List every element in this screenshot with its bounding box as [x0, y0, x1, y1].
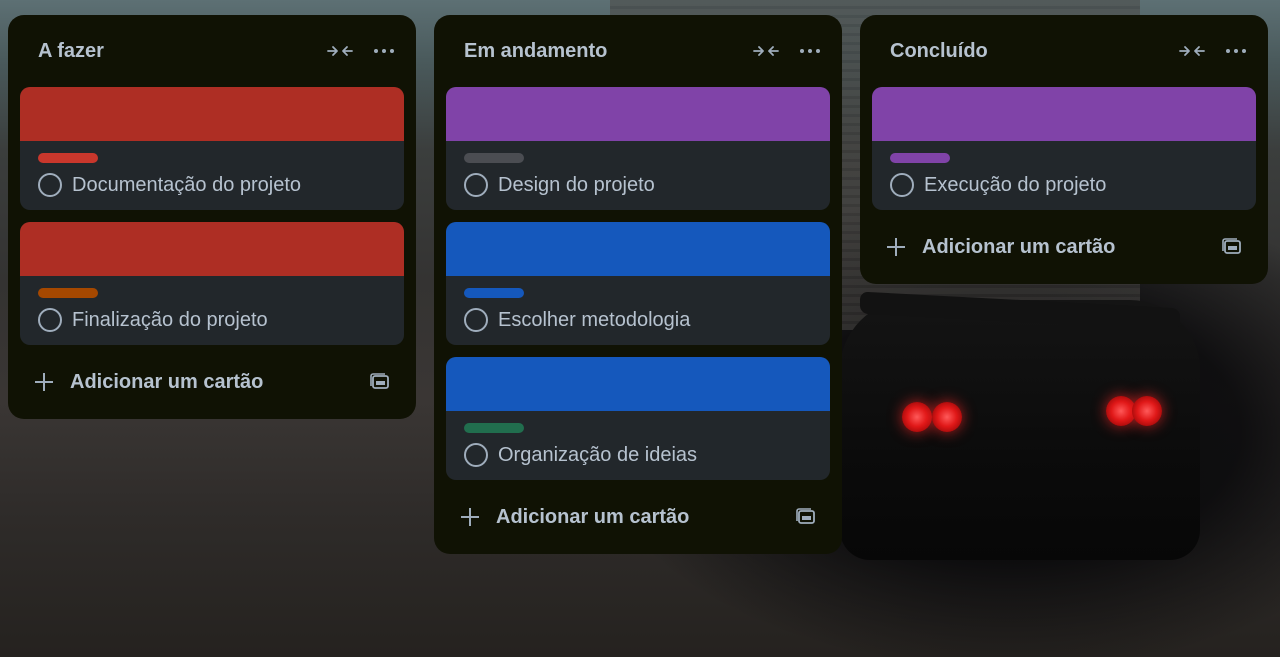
card-title: Documentação do projeto	[72, 173, 302, 196]
collapse-arrows-icon[interactable]	[750, 35, 782, 67]
kanban-board: A fazer Documentação do projeto Finaliza…	[0, 0, 1280, 657]
card[interactable]: Organização de ideias	[446, 357, 830, 480]
add-card-button[interactable]: Adicionar um cartão	[20, 357, 404, 407]
list-header: Concluído	[872, 15, 1256, 87]
list-title[interactable]: A fazer	[38, 40, 312, 63]
complete-checkbox[interactable]	[890, 173, 914, 197]
card-template-icon[interactable]	[790, 501, 822, 533]
complete-checkbox[interactable]	[38, 173, 62, 197]
card-cover	[20, 87, 404, 141]
list-header: Em andamento	[446, 15, 830, 87]
card-cover	[446, 87, 830, 141]
card-label[interactable]	[890, 153, 950, 163]
card-template-icon[interactable]	[364, 366, 396, 398]
plus-icon	[460, 507, 480, 527]
card[interactable]: Finalização do projeto	[20, 222, 404, 345]
card-label[interactable]	[464, 153, 524, 163]
complete-checkbox[interactable]	[464, 308, 488, 332]
collapse-arrows-icon[interactable]	[324, 35, 356, 67]
add-card-button[interactable]: Adicionar um cartão	[446, 492, 830, 542]
card-cover	[872, 87, 1256, 141]
add-card-label: Adicionar um cartão	[70, 370, 264, 393]
card-label[interactable]	[464, 423, 524, 433]
card-cover	[20, 222, 404, 276]
card-cover	[446, 357, 830, 411]
plus-icon	[886, 237, 906, 257]
complete-checkbox[interactable]	[464, 173, 488, 197]
card-cover	[446, 222, 830, 276]
card-title: Organização de ideias	[498, 443, 698, 466]
card[interactable]: Documentação do projeto	[20, 87, 404, 210]
card[interactable]: Design do projeto	[446, 87, 830, 210]
plus-icon	[34, 372, 54, 392]
add-card-label: Adicionar um cartão	[922, 235, 1116, 258]
list-column-concluido: Concluído Execução do projeto Adicionar …	[860, 15, 1268, 284]
list-title[interactable]: Concluído	[890, 40, 1164, 63]
list-header: A fazer	[20, 15, 404, 87]
card-label[interactable]	[38, 153, 98, 163]
more-horizontal-icon[interactable]	[368, 35, 400, 67]
list-title[interactable]: Em andamento	[464, 40, 738, 63]
more-horizontal-icon[interactable]	[1220, 35, 1252, 67]
more-horizontal-icon[interactable]	[794, 35, 826, 67]
add-card-button[interactable]: Adicionar um cartão	[872, 222, 1256, 272]
card[interactable]: Escolher metodologia	[446, 222, 830, 345]
add-card-label: Adicionar um cartão	[496, 505, 690, 528]
list-column-a-fazer: A fazer Documentação do projeto Finaliza…	[8, 15, 416, 419]
complete-checkbox[interactable]	[38, 308, 62, 332]
card-label[interactable]	[464, 288, 524, 298]
card-title: Design do projeto	[498, 173, 655, 196]
collapse-arrows-icon[interactable]	[1176, 35, 1208, 67]
card-template-icon[interactable]	[1216, 231, 1248, 263]
card-title: Finalização do projeto	[72, 308, 268, 331]
card-title: Execução do projeto	[924, 173, 1107, 196]
card[interactable]: Execução do projeto	[872, 87, 1256, 210]
list-column-em-andamento: Em andamento Design do projeto Escolher …	[434, 15, 842, 554]
card-title: Escolher metodologia	[498, 308, 691, 331]
card-label[interactable]	[38, 288, 98, 298]
complete-checkbox[interactable]	[464, 443, 488, 467]
